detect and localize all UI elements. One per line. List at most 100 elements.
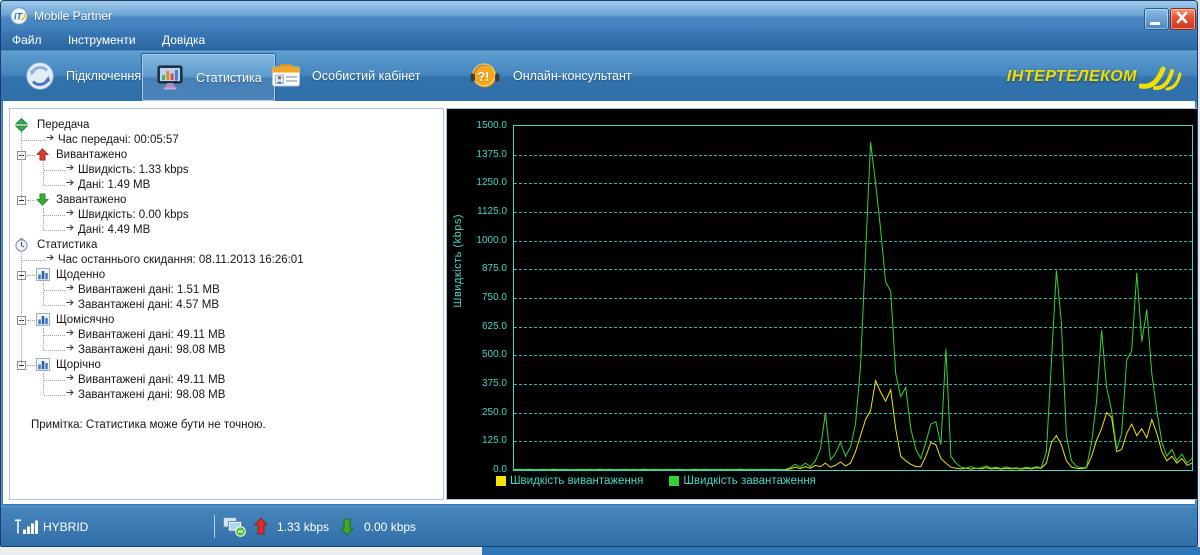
title-bar[interactable]: iT Mobile Partner — [1, 1, 1197, 31]
brand-name: ІНТЕРТЕЛЕКОМ — [1006, 68, 1137, 85]
network-connection-icon — [222, 516, 247, 537]
tree-item-label: Завантажені дані: 98.08 MB — [78, 389, 226, 401]
tree-item: Вивантажено — [10, 148, 443, 163]
tree-item: Швидкість: 1.33 kbps — [10, 163, 443, 178]
statistics-tree-panel: Примітка: Статистика може бути не точною… — [9, 108, 444, 500]
y-tick-label: 1125.0 — [477, 206, 507, 217]
transfer-icon — [14, 117, 29, 133]
tree-item-label: Вивантажені дані: 1.51 MB — [78, 284, 220, 296]
menu-bar: Файл Інструменти Довідка — [1, 31, 1197, 50]
bar-chart-icon — [36, 358, 50, 371]
tree-connector — [44, 290, 65, 291]
y-tick-label: 500.0 — [481, 349, 507, 361]
tree-item: Щорічно — [10, 358, 443, 373]
statusbar-divider — [214, 515, 215, 538]
tree-connector — [44, 215, 65, 216]
chart-plot-area — [513, 125, 1193, 471]
download-speed-value: 0.00 kbps — [364, 520, 417, 534]
leaf-bullet-icon — [66, 298, 76, 307]
consultant-icon: ?! — [468, 61, 502, 91]
menu-help[interactable]: Довідка — [151, 31, 216, 49]
y-tick-label: 250.0 — [481, 406, 507, 418]
minimize-icon — [1150, 22, 1160, 25]
connection-icon — [25, 61, 55, 91]
tree-item: Час останнього скидання: 08.11.2013 16:2… — [10, 253, 443, 268]
minimize-button[interactable] — [1144, 8, 1169, 30]
leaf-bullet-icon — [66, 223, 76, 232]
tree-item: Завантажені дані: 4.57 MB — [10, 298, 443, 313]
legend-label: Швидкість вивантаження — [510, 475, 644, 487]
clock-icon — [15, 238, 28, 252]
series-line — [514, 142, 1192, 470]
close-button[interactable] — [1170, 8, 1196, 30]
window-title: Mobile Partner — [34, 9, 113, 23]
personal-cabinet-button[interactable]: Особистий кабінет — [259, 54, 432, 98]
legend-swatch-icon — [496, 476, 506, 486]
statistics-button[interactable]: Статистика — [142, 54, 275, 101]
leaf-bullet-icon — [66, 328, 76, 337]
menu-file[interactable]: Файл — [1, 31, 53, 49]
tree-item: Завантажені дані: 98.08 MB — [10, 388, 443, 403]
tree-connector — [44, 335, 65, 336]
tree-guide-line — [43, 283, 44, 305]
tree-guide-line — [43, 162, 44, 185]
tree-connector — [44, 170, 65, 171]
y-tick-label: 875.0 — [481, 263, 507, 275]
online-consultant-label: Онлайн-консультант — [513, 69, 632, 83]
tree-item: Завантажено — [10, 193, 443, 208]
tree-connector — [44, 395, 65, 396]
app-window: iT Mobile Partner Файл Інструменти Довід… — [0, 0, 1198, 547]
leaf-bullet-icon — [66, 178, 76, 187]
leaf-bullet-icon — [66, 388, 76, 397]
y-tick-label: 1375.0 — [476, 148, 507, 160]
legend-swatch-icon — [669, 476, 680, 486]
tree-item-label: Щомісячно — [56, 314, 115, 326]
tree-item-label: Вивантажені дані: 49.11 MB — [78, 374, 226, 386]
tree-item: Швидкість: 0.00 kbps — [10, 208, 443, 223]
tree-item-label: Щорічно — [56, 359, 101, 371]
close-icon — [1176, 11, 1188, 24]
tree-item-label: Дані: 1.49 MB — [78, 179, 151, 191]
tree-connector — [27, 365, 35, 366]
tree-item-label: Завантажені дані: 98.08 MB — [78, 344, 226, 356]
series-line — [514, 378, 1192, 470]
network-mode-label: HYBRID — [43, 520, 89, 534]
tree-item-label: Час останнього скидання: 08.11.2013 16:2… — [58, 254, 304, 266]
tree-item-label: Завантажено — [56, 194, 127, 206]
y-tick-label: 125.0 — [481, 435, 507, 447]
connection-button[interactable]: Підключення — [13, 54, 153, 98]
tree-item: Завантажені дані: 98.08 MB — [10, 343, 443, 358]
tree-connector — [44, 350, 65, 351]
tree-item-label: Вивантажені дані: 49.11 MB — [78, 329, 226, 341]
tree-connector — [27, 275, 35, 276]
tree-item-label: Вивантажено — [56, 149, 128, 161]
menu-tools[interactable]: Інструменти — [57, 31, 147, 49]
tree-item: Вивантажені дані: 49.11 MB — [10, 373, 443, 388]
tree-item: Передача — [10, 117, 443, 133]
tree-item: Щомісячно — [10, 313, 443, 328]
download-arrow-icon — [36, 193, 49, 206]
tree-connector — [27, 320, 35, 321]
tree-item: Статистика — [10, 238, 443, 253]
chart-legend: Швидкість вивантаження Швидкість завантаж… — [496, 475, 816, 487]
leaf-bullet-icon — [66, 373, 76, 382]
upload-arrow-icon — [254, 517, 268, 536]
upload-arrow-icon — [36, 148, 49, 161]
online-consultant-button[interactable]: ?! Онлайн-консультант — [456, 54, 644, 98]
y-tick-label: 625.0 — [481, 320, 507, 332]
leaf-bullet-icon — [66, 343, 76, 352]
tree-guide-line — [43, 208, 44, 230]
tree-connector — [44, 230, 65, 231]
content-area: Примітка: Статистика може бути не точною… — [3, 101, 1197, 504]
intertelecom-logo: ІНТЕРТЕЛЕКОМ — [1007, 61, 1185, 93]
tree-item-label: Щоденно — [56, 269, 106, 281]
y-tick-label: 1000.0 — [476, 234, 507, 246]
legend-item: Швидкість вивантаження — [496, 475, 643, 487]
statistics-label: Статистика — [196, 70, 262, 85]
tree-item: Час передачі: 00:05:57 — [10, 133, 443, 148]
tree-item-label: Час передачі: 00:05:57 — [58, 134, 179, 146]
signal-strength-icon — [14, 518, 40, 536]
legend-item: Швидкість завантаження — [669, 475, 816, 487]
tree-item-label: Дані: 4.49 MB — [78, 224, 151, 236]
app-icon: iT — [10, 7, 28, 25]
